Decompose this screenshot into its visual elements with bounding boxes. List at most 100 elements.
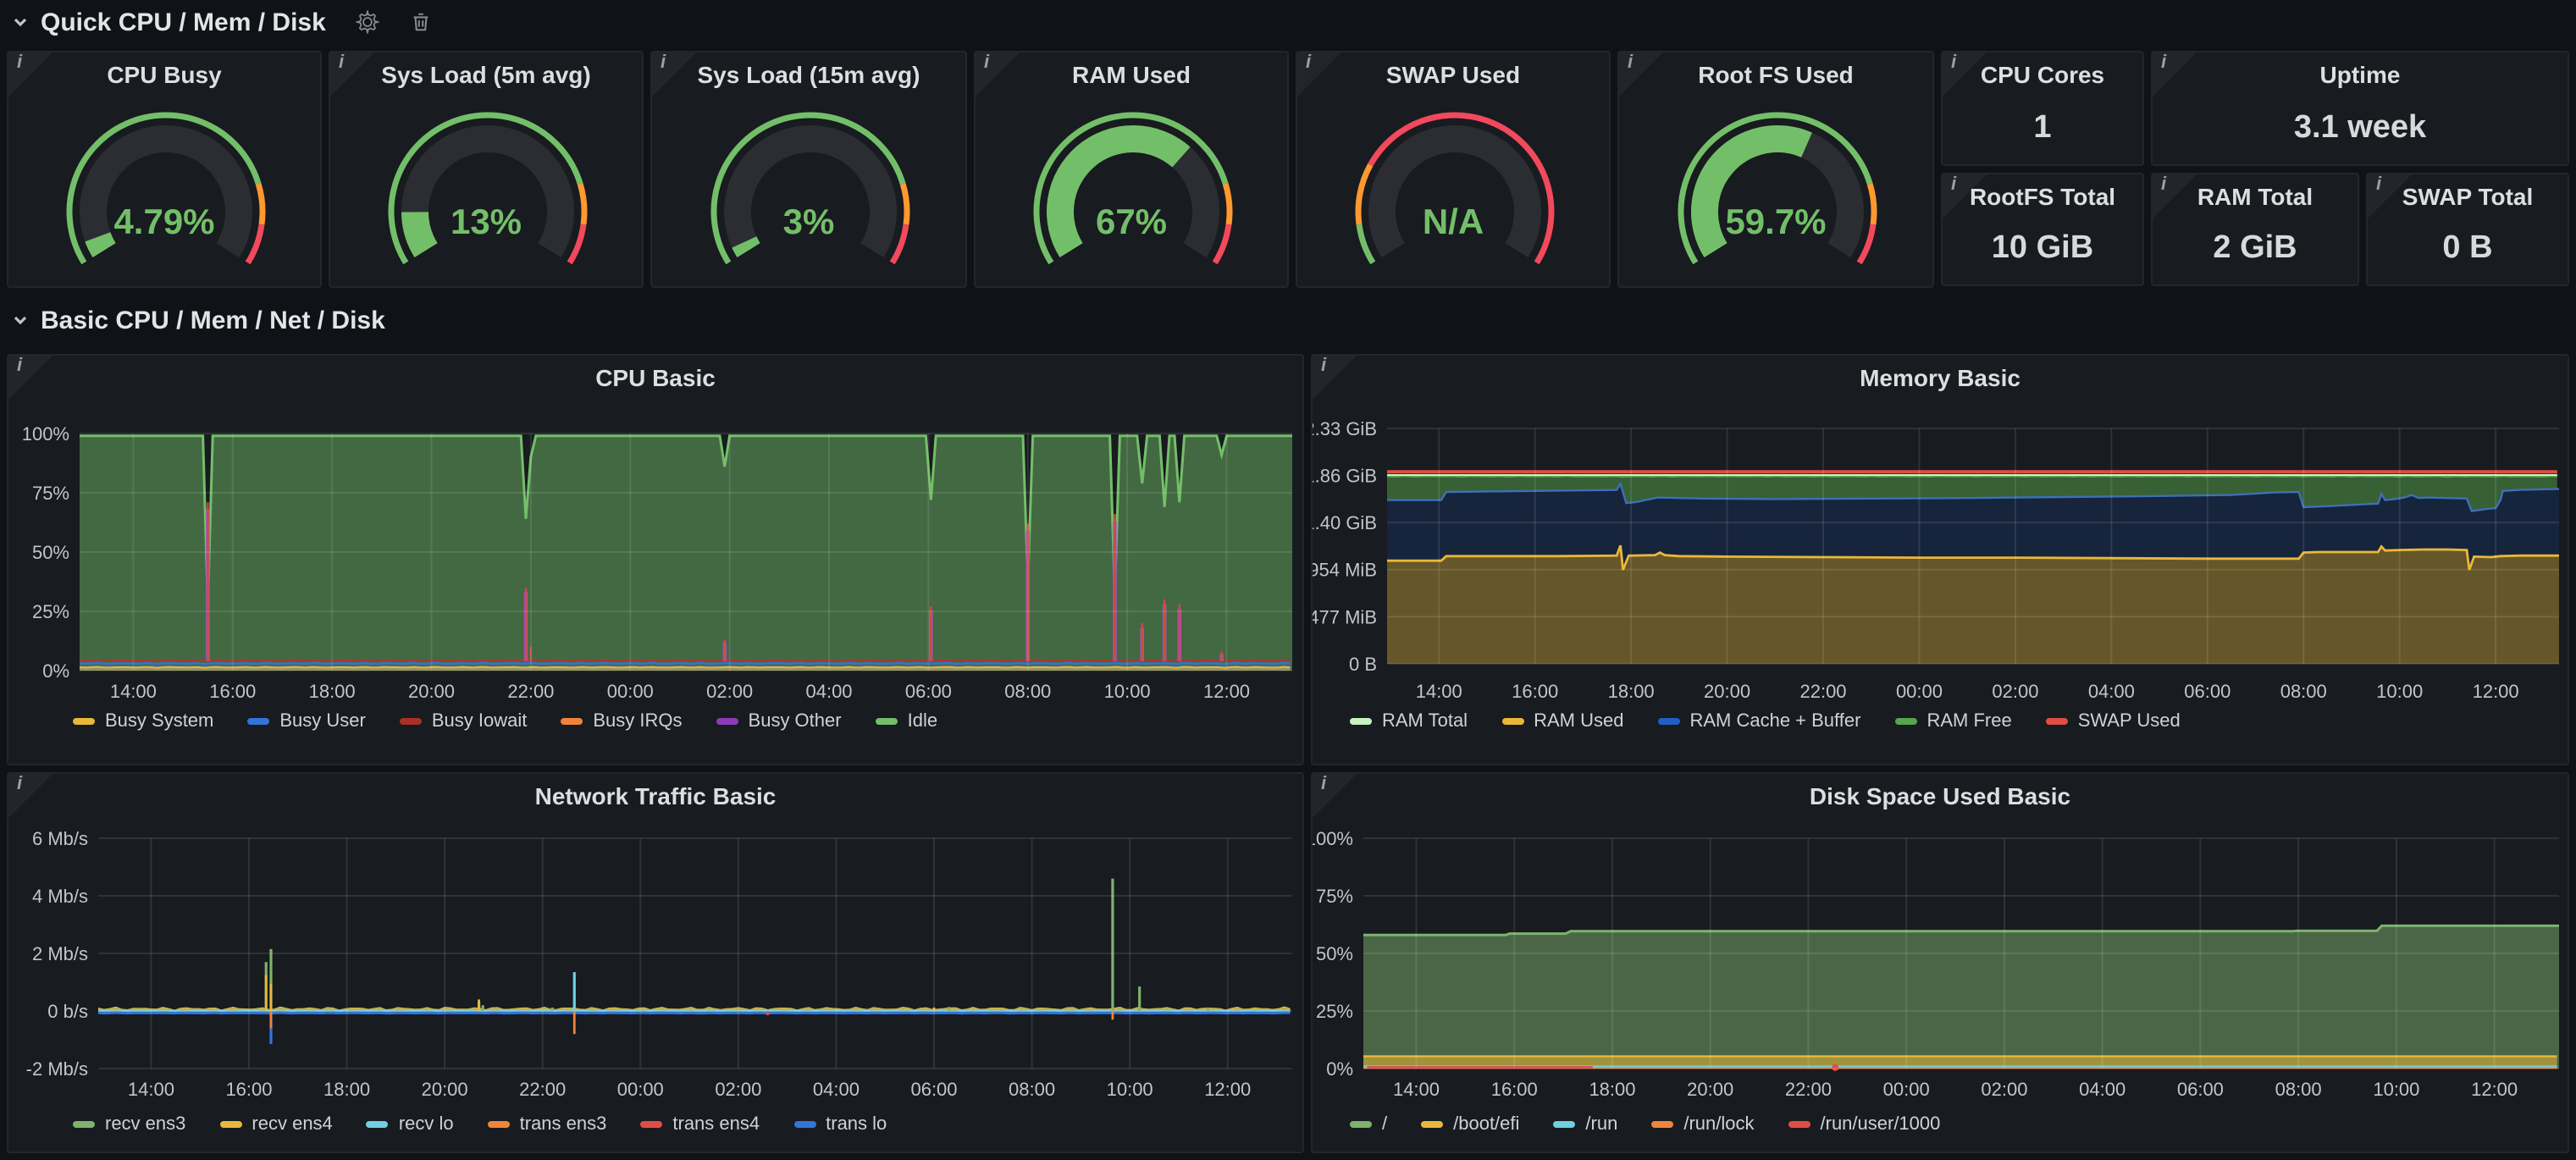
svg-text:18:00: 18:00 (323, 1079, 370, 1100)
legend-item[interactable]: Busy Other (716, 711, 842, 732)
gauge-ram-used (976, 52, 1289, 288)
svg-text:08:00: 08:00 (1009, 1079, 1055, 1100)
svg-text:02:00: 02:00 (706, 681, 753, 702)
legend-label: Busy Iowait (432, 711, 528, 732)
legend-item[interactable]: Busy Iowait (400, 711, 528, 732)
svg-text:75%: 75% (32, 483, 69, 504)
svg-text:4 Mb/s: 4 Mb/s (32, 886, 88, 907)
legend-swatch (1657, 718, 1679, 725)
legend-item[interactable]: RAM Used (1501, 711, 1623, 732)
legend-swatch (1788, 1121, 1810, 1128)
svg-text:20:00: 20:00 (422, 1079, 468, 1100)
svg-text:2.33 GiB: 2.33 GiB (1313, 418, 1377, 439)
legend-swatch (1421, 1121, 1443, 1128)
svg-text:18:00: 18:00 (1608, 681, 1655, 702)
trash-icon[interactable] (411, 10, 433, 34)
memory-basic-chart[interactable]: 0 B477 MiB954 MiB1.40 GiB1.86 GiB2.33 Gi… (1313, 356, 2569, 765)
row-title[interactable]: Quick CPU / Mem / Disk (41, 8, 326, 36)
gauge-sys-load-5m (330, 52, 644, 288)
legend-item[interactable]: Busy System (73, 711, 213, 732)
legend-label: trans ens3 (520, 1114, 607, 1135)
gauge-value: 67% (976, 203, 1287, 244)
dashboard: Quick CPU / Mem / Disk i CPU Busy 4.79% … (0, 0, 2576, 1160)
row-header-quick[interactable]: Quick CPU / Mem / Disk (0, 0, 1287, 44)
legend-label: RAM Free (1926, 711, 2011, 732)
panel-title[interactable]: Uptime (2153, 61, 2568, 88)
svg-text:06:00: 06:00 (905, 681, 952, 702)
svg-text:00:00: 00:00 (607, 681, 654, 702)
legend-item[interactable]: trans lo (793, 1114, 887, 1135)
legend-item[interactable]: /run/lock (1651, 1114, 1754, 1135)
svg-text:10:00: 10:00 (2376, 681, 2423, 702)
legend-swatch (1350, 1121, 1372, 1128)
legend-item[interactable]: Busy User (247, 711, 366, 732)
svg-text:18:00: 18:00 (1589, 1079, 1635, 1100)
network-traffic-basic-chart[interactable]: -2 Mb/s0 b/s2 Mb/s4 Mb/s6 Mb/s14:0016:00… (8, 774, 1304, 1153)
legend-item[interactable]: SWAP Used (2046, 711, 2181, 732)
cpu-basic-chart[interactable]: 0%25%50%75%100%14:0016:0018:0020:0022:00… (8, 356, 1304, 765)
legend-item[interactable]: recv lo (367, 1114, 454, 1135)
svg-text:22:00: 22:00 (1785, 1079, 1832, 1100)
svg-text:12:00: 12:00 (1204, 1079, 1251, 1100)
panel-ram-used: i RAM Used 67% (974, 51, 1289, 288)
legend-label: /run/lock (1683, 1114, 1754, 1135)
legend-label: Busy IRQs (593, 711, 682, 732)
legend-label: /run/user/1000 (1821, 1114, 1941, 1135)
legend-label: trans lo (826, 1114, 887, 1135)
panel-title[interactable]: CPU Cores (1943, 61, 2142, 88)
panel-swap-total: i SWAP Total 0 B (2366, 173, 2569, 286)
svg-text:50%: 50% (1316, 943, 1353, 964)
legend-item[interactable]: /boot/efi (1421, 1114, 1519, 1135)
svg-text:04:00: 04:00 (813, 1079, 860, 1100)
panel-title[interactable]: RootFS Total (1943, 183, 2142, 210)
svg-text:20:00: 20:00 (1687, 1079, 1733, 1100)
legend-swatch (73, 718, 95, 725)
panel-network-traffic-basic: i Network Traffic Basic -2 Mb/s0 b/s2 Mb… (7, 772, 1304, 1153)
svg-text:08:00: 08:00 (2280, 681, 2327, 702)
svg-text:00:00: 00:00 (617, 1079, 664, 1100)
panel-cpu-cores: i CPU Cores 1 (1941, 51, 2144, 166)
legend-swatch (793, 1121, 815, 1128)
legend-item[interactable]: recv ens4 (219, 1114, 332, 1135)
legend-label: RAM Cache + Buffer (1689, 711, 1860, 732)
legend-item[interactable]: Busy IRQs (561, 711, 682, 732)
legend-swatch (2046, 718, 2068, 725)
panel-swap-used: i SWAP Used N/A (1296, 51, 1611, 288)
panel-memory-basic: i Memory Basic 0 B477 MiB954 MiB1.40 GiB… (1311, 354, 2569, 765)
legend-item[interactable]: RAM Free (1894, 711, 2011, 732)
chevron-down-icon (10, 12, 30, 32)
legend-item[interactable]: trans ens3 (488, 1114, 607, 1135)
legend-swatch (640, 1121, 662, 1128)
svg-text:08:00: 08:00 (2275, 1079, 2322, 1100)
legend-item[interactable]: / (1350, 1114, 1387, 1135)
legend-item[interactable]: Idle (876, 711, 938, 732)
legend-item[interactable]: /run/user/1000 (1788, 1114, 1941, 1135)
legend-item[interactable]: recv ens3 (73, 1114, 185, 1135)
svg-text:0 b/s: 0 b/s (47, 1001, 88, 1022)
svg-text:477 MiB: 477 MiB (1313, 606, 1377, 627)
stat-value: 2 GiB (2153, 230, 2358, 268)
gear-icon[interactable] (357, 10, 380, 34)
svg-text:0%: 0% (1326, 1058, 1353, 1080)
panel-disk-space-used-basic: i Disk Space Used Basic 0%25%50%75%100%1… (1311, 772, 2569, 1153)
disk-space-used-basic-legend: / /boot/efi/run/run/lock/run/user/1000 (1350, 1114, 1974, 1135)
legend-item[interactable]: RAM Total (1350, 711, 1468, 732)
legend-item[interactable]: RAM Cache + Buffer (1657, 711, 1860, 732)
gauge-swap-used (1297, 52, 1611, 288)
svg-text:16:00: 16:00 (1512, 681, 1558, 702)
legend-swatch (876, 718, 898, 725)
row-title[interactable]: Basic CPU / Mem / Net / Disk (41, 306, 385, 334)
legend-item[interactable]: trans ens4 (640, 1114, 760, 1135)
row-header-basic[interactable]: Basic CPU / Mem / Net / Disk (0, 298, 1287, 342)
svg-text:12:00: 12:00 (1203, 681, 1250, 702)
legend-item[interactable]: /run (1553, 1114, 1617, 1135)
svg-text:04:00: 04:00 (805, 681, 852, 702)
gauge-value: 13% (330, 203, 642, 244)
panel-cpu-basic: i CPU Basic 0%25%50%75%100%14:0016:0018:… (7, 354, 1304, 765)
disk-space-used-basic-chart[interactable]: 0%25%50%75%100%14:0016:0018:0020:0022:00… (1313, 774, 2569, 1153)
svg-text:2 Mb/s: 2 Mb/s (32, 943, 88, 964)
svg-text:00:00: 00:00 (1883, 1079, 1930, 1100)
panel-title[interactable]: RAM Total (2153, 183, 2358, 210)
panel-title[interactable]: SWAP Total (2368, 183, 2568, 210)
svg-text:04:00: 04:00 (2088, 681, 2135, 702)
